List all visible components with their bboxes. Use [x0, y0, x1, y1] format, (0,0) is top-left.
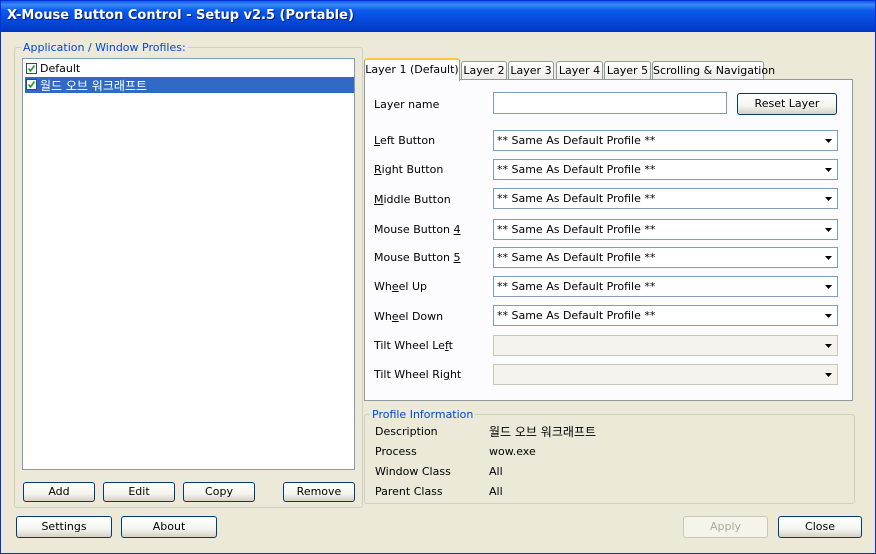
select-value: ** Same As Default Profile **: [497, 280, 656, 293]
window-class-value: All: [489, 465, 503, 478]
layer-name-label: Layer name: [374, 98, 440, 111]
profile-item-wow[interactable]: 월드 오브 워크래프트: [25, 77, 354, 93]
select-value: ** Same As Default Profile **: [497, 192, 656, 205]
check-icon: [27, 81, 36, 89]
process-value: wow.exe: [489, 445, 536, 458]
mouse-button-4-label: Mouse Button 4: [374, 223, 461, 236]
add-button[interactable]: Add: [23, 482, 95, 502]
select-value: ** Same As Default Profile **: [497, 223, 656, 236]
wheel-up-select[interactable]: ** Same As Default Profile **: [493, 276, 838, 297]
chevron-down-icon: [825, 373, 832, 377]
checkbox-wow[interactable]: [26, 79, 37, 90]
checkbox-default[interactable]: [26, 63, 37, 74]
mouse-button-5-select[interactable]: ** Same As Default Profile **: [493, 247, 838, 268]
edit-button[interactable]: Edit: [103, 482, 175, 502]
chevron-down-icon: [825, 139, 832, 143]
right-button-label: Right Button: [374, 163, 444, 176]
parent-class-label: Parent Class: [375, 485, 443, 498]
close-button[interactable]: Close: [778, 516, 862, 538]
chevron-down-icon: [825, 168, 832, 172]
tilt-wheel-right-label: Tilt Wheel Right: [374, 368, 462, 381]
remove-button[interactable]: Remove: [283, 482, 355, 502]
wheel-down-select[interactable]: ** Same As Default Profile **: [493, 305, 838, 326]
layer-name-input[interactable]: [493, 92, 727, 114]
apply-button[interactable]: Apply: [683, 516, 768, 538]
wheel-down-label: Wheel Down: [374, 310, 444, 323]
tilt-wheel-left-select[interactable]: [493, 335, 838, 356]
chevron-down-icon: [825, 228, 832, 232]
middle-button-label: Middle Button: [374, 193, 451, 206]
select-value: ** Same As Default Profile **: [497, 251, 656, 264]
tilt-wheel-left-label: Tilt Wheel Left: [374, 339, 453, 352]
left-button-select[interactable]: ** Same As Default Profile **: [493, 130, 838, 151]
settings-button[interactable]: Settings: [16, 516, 112, 538]
tilt-wheel-right-select[interactable]: [493, 364, 838, 385]
tab-layer-2[interactable]: Layer 2: [461, 61, 507, 80]
window-title: X-Mouse Button Control - Setup v2.5 (Por…: [7, 8, 354, 23]
profile-list[interactable]: Default 월드 오브 워크래프트: [22, 58, 355, 470]
middle-button-select[interactable]: ** Same As Default Profile **: [493, 188, 838, 209]
check-icon: [27, 65, 36, 73]
copy-button[interactable]: Copy: [183, 482, 255, 502]
mouse-button-4-select[interactable]: ** Same As Default Profile **: [493, 219, 838, 240]
profile-label: 월드 오브 워크래프트: [40, 79, 147, 93]
select-value: ** Same As Default Profile **: [497, 163, 656, 176]
window-class-label: Window Class: [375, 465, 451, 478]
reset-layer-button[interactable]: Reset Layer: [737, 93, 837, 115]
chevron-down-icon: [825, 285, 832, 289]
parent-class-value: All: [489, 485, 503, 498]
select-value: ** Same As Default Profile **: [497, 134, 656, 147]
title-bar[interactable]: X-Mouse Button Control - Setup v2.5 (Por…: [1, 1, 875, 32]
chevron-down-icon: [825, 314, 832, 318]
tab-layer-5[interactable]: Layer 5: [604, 61, 651, 80]
profiles-group-label: Application / Window Profiles:: [21, 41, 188, 54]
chevron-down-icon: [825, 344, 832, 348]
tab-layer-4[interactable]: Layer 4: [556, 61, 603, 80]
main-window: X-Mouse Button Control - Setup v2.5 (Por…: [0, 0, 876, 554]
chevron-down-icon: [825, 197, 832, 201]
description-value: 월드 오브 워크래프트: [489, 425, 596, 439]
tab-scrolling-navigation[interactable]: Scrolling & Navigation: [652, 61, 775, 80]
mouse-button-5-label: Mouse Button 5: [374, 251, 461, 264]
chevron-down-icon: [825, 256, 832, 260]
process-label: Process: [375, 445, 417, 458]
left-button-label: Left Button: [374, 134, 436, 147]
tab-layer-3[interactable]: Layer 3: [508, 61, 554, 80]
profile-info-group-label: Profile Information: [370, 408, 476, 421]
about-button[interactable]: About: [121, 516, 217, 538]
select-value: ** Same As Default Profile **: [497, 309, 656, 322]
tab-layer-1[interactable]: Layer 1 (Default): [364, 58, 460, 81]
left-button-label-rest: eft Button: [379, 134, 436, 147]
description-label: Description: [375, 425, 438, 438]
profile-label: Default: [40, 62, 81, 75]
wheel-up-label: Wheel Up: [374, 280, 427, 293]
profile-item-default[interactable]: Default: [25, 61, 354, 77]
right-button-select[interactable]: ** Same As Default Profile **: [493, 159, 838, 180]
